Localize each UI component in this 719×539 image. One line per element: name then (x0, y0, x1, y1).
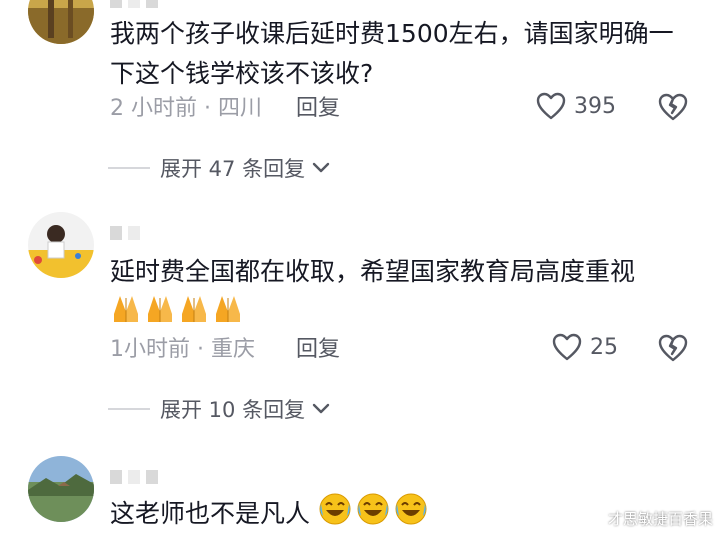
username-user-2[interactable] (110, 222, 140, 244)
avatar-user-1[interactable] (28, 0, 94, 44)
expand-replies-button[interactable]: 展开 47 条回复 (108, 152, 331, 184)
reply-button[interactable]: 回复 (296, 331, 340, 363)
broken-heart-icon[interactable] (658, 92, 688, 122)
comment-text: 我两个孩子收课后延时费1500左右，请国家明确一下这个钱学校该不该收? (110, 19, 674, 88)
chevron-down-icon (312, 162, 330, 173)
like-count: 25 (590, 334, 618, 360)
laughing-tears-emoji (318, 492, 430, 538)
comment-text: 这老师也不是凡人 (110, 492, 680, 538)
avatar-user-3[interactable] (28, 456, 94, 522)
heart-icon (536, 92, 566, 120)
folded-hands-emoji (110, 292, 242, 336)
broken-heart-icon[interactable] (658, 333, 688, 363)
expand-replies-label: 展开 47 条回复 (160, 157, 306, 181)
username-user-3[interactable] (110, 466, 158, 488)
like-button[interactable]: 395 (536, 90, 616, 122)
comment-text: 延时费全国都在收取，希望国家教育局高度重视 (110, 252, 680, 336)
comment-time-location: 1小时前 · 重庆 (110, 337, 255, 362)
avatar-user-2[interactable] (28, 212, 94, 278)
username-user-1[interactable] (110, 0, 158, 12)
expand-replies-label: 展开 10 条回复 (160, 398, 306, 422)
like-count: 395 (574, 93, 616, 119)
divider (108, 408, 150, 410)
reply-button[interactable]: 回复 (296, 90, 340, 122)
watermark: 才思敏捷百香果 (607, 510, 713, 528)
heart-icon (552, 333, 582, 361)
like-button[interactable]: 25 (552, 331, 618, 363)
chevron-down-icon (312, 403, 330, 414)
comment-time-location: 2 小时前 · 四川 (110, 96, 262, 121)
expand-replies-button[interactable]: 展开 10 条回复 (108, 393, 331, 425)
divider (108, 167, 150, 169)
comment-meta: 1小时前 · 重庆 回复 (110, 331, 340, 363)
comment-meta: 2 小时前 · 四川 回复 (110, 90, 340, 122)
